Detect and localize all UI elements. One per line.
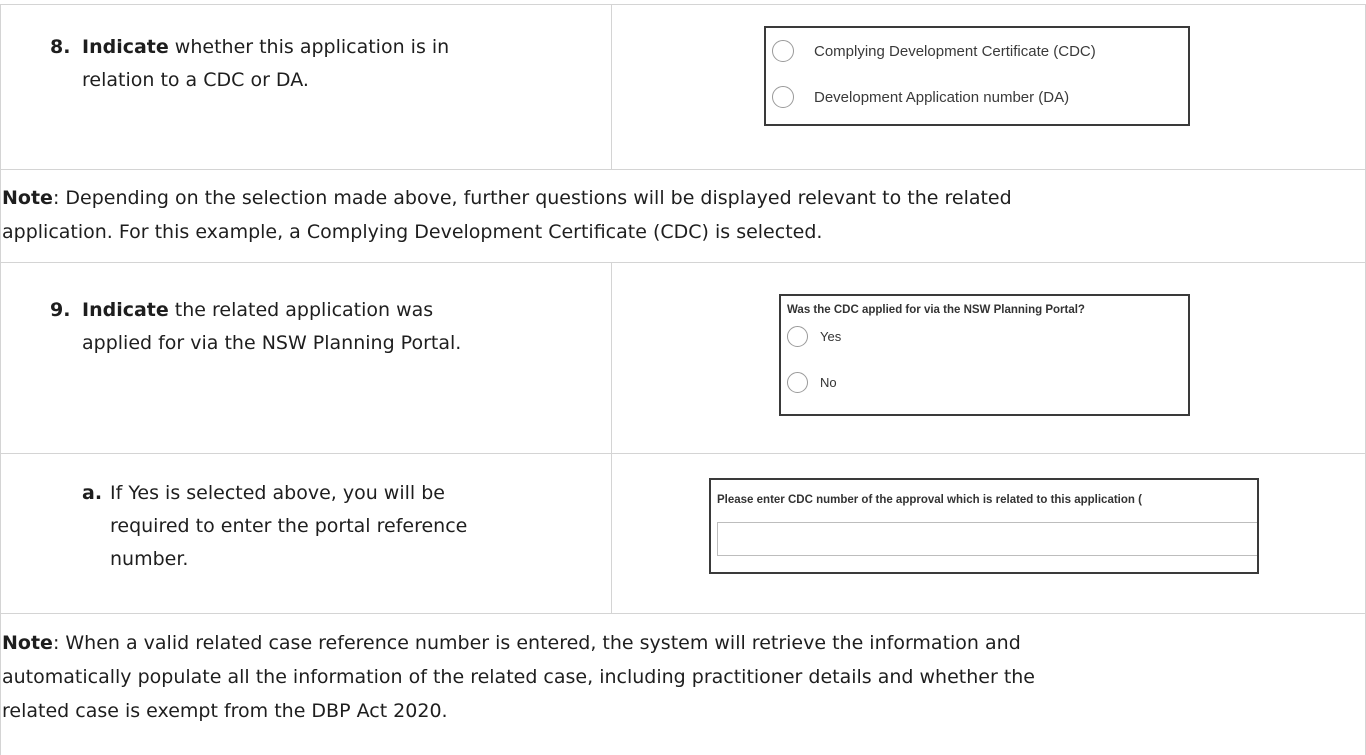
table-border: [0, 262, 1366, 263]
table-border: [0, 169, 1366, 170]
option-no[interactable]: No: [787, 372, 837, 393]
step-number: 8.: [50, 36, 71, 58]
table-border: [0, 613, 1366, 614]
note-text: : When a valid related case reference nu…: [52, 632, 1021, 654]
note-text: : Depending on the selection made above,…: [52, 187, 1012, 209]
step-verb: Indicate: [82, 299, 169, 321]
radio-button[interactable]: [772, 86, 794, 108]
step-text: required to enter the portal reference: [110, 515, 468, 537]
portal-question-radio-group: Was the CDC applied for via the NSW Plan…: [779, 294, 1190, 416]
note-text: automatically populate all the informati…: [2, 666, 1035, 688]
cdc-or-da-radio-group: Complying Development Certificate (CDC) …: [764, 26, 1190, 126]
option-label: Yes: [820, 329, 842, 344]
column-divider: [611, 4, 612, 169]
option-cdc[interactable]: Complying Development Certificate (CDC): [772, 40, 1096, 62]
question-label: Was the CDC applied for via the NSW Plan…: [787, 304, 1085, 316]
option-label: Development Application number (DA): [814, 88, 1070, 106]
instruction-document: 8. Indicate whether this application is …: [0, 0, 1366, 755]
note-related-case: Note: When a valid related case referenc…: [0, 626, 1362, 728]
cdc-number-field-group: Please enter CDC number of the approval …: [709, 478, 1259, 574]
option-label: No: [820, 375, 837, 390]
note-label: Note: [2, 187, 53, 209]
note-selection: Note: Depending on the selection made ab…: [0, 181, 1362, 249]
radio-button[interactable]: [787, 326, 808, 347]
field-label: Please enter CDC number of the approval …: [717, 494, 1142, 506]
step-text: number.: [110, 548, 189, 570]
table-border: [0, 4, 1366, 5]
step-text: the related application was: [168, 299, 434, 321]
step-number: a.: [82, 482, 103, 504]
option-label: Complying Development Certificate (CDC): [814, 42, 1096, 60]
option-yes[interactable]: Yes: [787, 326, 841, 347]
cdc-number-input[interactable]: [717, 522, 1257, 556]
radio-button[interactable]: [772, 40, 794, 62]
step-text: relation to a CDC or DA.: [82, 69, 309, 91]
table-border: [0, 453, 1366, 454]
option-da[interactable]: Development Application number (DA): [772, 86, 1069, 108]
radio-button[interactable]: [787, 372, 808, 393]
note-label: Note: [2, 632, 53, 654]
step-verb: Indicate: [82, 36, 169, 58]
step-text: applied for via the NSW Planning Portal.: [82, 332, 462, 354]
step-number: 9.: [50, 299, 71, 321]
step-text: If Yes is selected above, you will be: [110, 482, 445, 504]
note-text: application. For this example, a Complyi…: [2, 221, 823, 243]
step-text: whether this application is in: [168, 36, 450, 58]
note-text: related case is exempt from the DBP Act …: [2, 700, 448, 722]
